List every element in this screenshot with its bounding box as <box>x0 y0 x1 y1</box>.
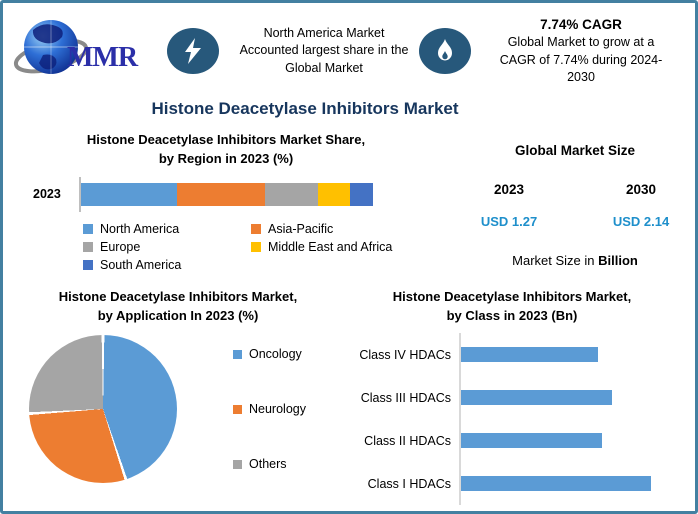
class-title-line-1: Histone Deacetylase Inhibitors Market, <box>393 289 631 304</box>
application-pie-chart: Histone Deacetylase Inhibitors Market, b… <box>3 286 353 506</box>
legend-item-europe: Europe <box>83 240 251 254</box>
legend-item-oncology: Oncology <box>233 347 306 361</box>
pie-legend: Oncology Neurology Others <box>233 347 306 471</box>
market-size-note-prefix: Market Size in <box>512 253 598 268</box>
infographic-frame: MMR North America Market Accounted large… <box>0 0 698 514</box>
page-title: Histone Deacetylase Inhibitors Market <box>3 99 607 119</box>
flame-icon <box>419 28 471 74</box>
cagr-highlight: 7.74% CAGR Global Market to grow at a CA… <box>419 16 681 86</box>
value-2023: USD 1.27 <box>443 214 575 229</box>
legend-swatch <box>83 224 93 234</box>
legend-item-neurology: Neurology <box>233 402 306 416</box>
cagr-title: 7.74% CAGR <box>481 16 681 35</box>
legend-label: Middle East and Africa <box>268 240 392 254</box>
year-2030-label: 2030 <box>575 182 698 197</box>
class-title-line-2: by Class in 2023 (Bn) <box>447 308 578 323</box>
na-highlight-text: North America Market Accounted largest s… <box>229 25 419 77</box>
legend-item-south-america: South America <box>83 258 251 272</box>
region-bar-area: 2023 <box>33 177 431 212</box>
pie-chart-title: Histone Deacetylase Inhibitors Market, b… <box>3 288 353 326</box>
legend-item-north-america: North America <box>83 222 251 236</box>
pie <box>29 335 177 483</box>
na-line-1: North America Market <box>229 25 419 42</box>
market-size-years: 2023 2030 <box>443 182 698 197</box>
class-bars: Class IV HDACs Class III HDACs Class II … <box>353 333 671 505</box>
bar-label: Class IV HDACs <box>353 348 451 362</box>
mmr-logo: MMR <box>11 16 163 86</box>
bar-segment-asia-pacific <box>177 183 265 206</box>
legend-label: Others <box>249 457 287 471</box>
bar-label: Class III HDACs <box>353 391 451 405</box>
region-stacked-bar <box>81 183 373 206</box>
legend-item-others: Others <box>233 457 306 471</box>
class-chart-title: Histone Deacetylase Inhibitors Market, b… <box>353 288 671 326</box>
bar-label: Class I HDACs <box>353 477 451 491</box>
cagr-highlight-text: 7.74% CAGR Global Market to grow at a CA… <box>481 16 681 86</box>
bar-class-ii <box>461 433 602 448</box>
market-size-note-unit: Billion <box>598 253 638 268</box>
class-bar-chart: Histone Deacetylase Inhibitors Market, b… <box>353 286 695 506</box>
legend-swatch <box>83 242 93 252</box>
bar-class-iii <box>461 390 612 405</box>
legend-label: Asia-Pacific <box>268 222 333 236</box>
legend-swatch <box>233 405 242 414</box>
bar-track <box>459 462 661 505</box>
legend-swatch <box>233 350 242 359</box>
bar-row-class-iv: Class IV HDACs <box>353 333 671 376</box>
legend-swatch <box>251 224 261 234</box>
pie-title-line-1: Histone Deacetylase Inhibitors Market, <box>59 289 297 304</box>
na-line-3: Global Market <box>229 60 419 77</box>
market-size-note: Market Size in Billion <box>443 253 698 268</box>
pie-title-line-2: by Application In 2023 (%) <box>98 308 259 323</box>
bar-segment-north-america <box>81 183 177 206</box>
bar-segment-middle-east-africa <box>318 183 350 206</box>
logo-text: MMR <box>67 42 137 74</box>
region-bar-axis <box>79 177 373 212</box>
region-legend: North America Asia-Pacific Europe Middle… <box>83 222 431 272</box>
bar-track <box>459 419 661 462</box>
bar-class-iv <box>461 347 598 362</box>
na-line-2: Accounted largest share in the <box>229 42 419 59</box>
bar-row-class-ii: Class II HDACs <box>353 419 671 462</box>
bar-row-class-i: Class I HDACs <box>353 462 671 505</box>
bar-segment-europe <box>265 183 318 206</box>
value-2030: USD 2.14 <box>575 214 698 229</box>
region-share-chart: Histone Deacetylase Inhibitors Market Sh… <box>3 129 431 272</box>
cagr-line-3: 2030 <box>481 69 681 86</box>
global-market-size-panel: Global Market Size 2023 2030 USD 1.27 US… <box>431 129 698 272</box>
bar-segment-south-america <box>350 183 373 206</box>
region-bar-year-label: 2023 <box>33 187 79 201</box>
market-size-heading: Global Market Size <box>443 143 698 158</box>
legend-item-asia-pacific: Asia-Pacific <box>251 222 433 236</box>
bar-track <box>459 333 661 376</box>
legend-label: North America <box>100 222 179 236</box>
region-title-line-2: by Region in 2023 (%) <box>159 151 293 166</box>
header-bar: MMR North America Market Accounted large… <box>3 3 695 89</box>
middle-row: Histone Deacetylase Inhibitors Market Sh… <box>3 129 695 272</box>
legend-label: South America <box>100 258 181 272</box>
bottom-row: Histone Deacetylase Inhibitors Market, b… <box>3 286 695 506</box>
cagr-line-1: Global Market to grow at a <box>481 34 681 51</box>
cagr-line-2: CAGR of 7.74% during 2024- <box>481 52 681 69</box>
legend-label: Oncology <box>249 347 302 361</box>
legend-swatch <box>251 242 261 252</box>
bar-row-class-iii: Class III HDACs <box>353 376 671 419</box>
bar-label: Class II HDACs <box>353 434 451 448</box>
pie-wrap: Oncology Neurology Others <box>3 335 353 483</box>
legend-label: Neurology <box>249 402 306 416</box>
year-2023-label: 2023 <box>443 182 575 197</box>
region-chart-title: Histone Deacetylase Inhibitors Market Sh… <box>3 131 431 169</box>
legend-swatch <box>233 460 242 469</box>
bar-track <box>459 376 661 419</box>
market-size-values: USD 1.27 USD 2.14 <box>443 214 698 229</box>
legend-swatch <box>83 260 93 270</box>
region-title-line-1: Histone Deacetylase Inhibitors Market Sh… <box>87 132 365 147</box>
na-highlight: North America Market Accounted largest s… <box>167 25 419 77</box>
legend-label: Europe <box>100 240 140 254</box>
lightning-icon <box>167 28 219 74</box>
bar-class-i <box>461 476 651 491</box>
legend-item-middle-east-africa: Middle East and Africa <box>251 240 433 254</box>
